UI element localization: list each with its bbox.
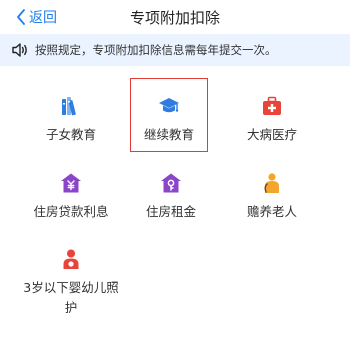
- notice-text: 按照规定，专项附加扣除信息需每年提交一次。: [35, 43, 277, 57]
- item-continuing-education[interactable]: 继续教育: [119, 95, 219, 145]
- item-serious-illness-medical[interactable]: 大病医疗: [222, 95, 322, 145]
- item-housing-loan-interest[interactable]: 住房贷款利息: [21, 172, 121, 222]
- baby-care-icon: [63, 249, 79, 269]
- page-title: 专项附加扣除: [129, 9, 220, 27]
- item-label: 大病医疗: [246, 127, 297, 142]
- house-rent-icon: [161, 173, 181, 193]
- item-label: 赡养老人: [246, 204, 297, 219]
- notice-banner: 按照规定，专项附加扣除信息需每年提交一次。: [0, 34, 350, 66]
- speaker-icon: [12, 43, 27, 57]
- elder-icon: [264, 173, 279, 193]
- item-label: 3岁以下婴幼儿照护: [23, 280, 119, 315]
- header-bar: 返回 专项附加扣除: [0, 0, 350, 34]
- item-label: 住房贷款利息: [33, 204, 109, 219]
- books-icon: [62, 97, 76, 116]
- item-housing-rent[interactable]: 住房租金: [121, 172, 221, 222]
- item-label: 住房租金: [145, 204, 196, 219]
- item-infant-care[interactable]: 3岁以下婴幼儿照护: [21, 248, 121, 318]
- item-elderly-support[interactable]: 赡养老人: [222, 172, 322, 222]
- house-loan-icon: [61, 173, 81, 193]
- item-label: 继续教育: [143, 127, 194, 142]
- item-label: 子女教育: [45, 127, 96, 142]
- graduation-cap-icon: [159, 98, 179, 113]
- item-children-education[interactable]: 子女教育: [21, 95, 121, 145]
- medical-kit-icon: [263, 96, 281, 115]
